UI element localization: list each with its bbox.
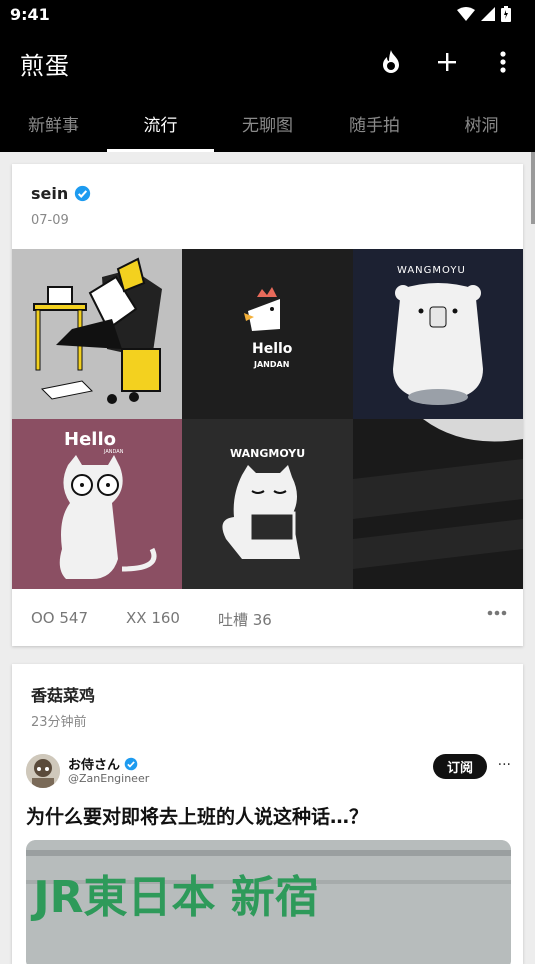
svg-text:Hello: Hello: [252, 341, 293, 357]
svg-text:Hello: Hello: [64, 429, 116, 450]
tweet-author-label: お侍さん: [68, 758, 121, 773]
tweet-more-icon[interactable]: ···: [498, 757, 511, 773]
status-time: 9:41: [10, 5, 50, 24]
svg-text:JANDAN: JANDAN: [103, 449, 124, 455]
svg-text:WANGMOYU: WANGMOYU: [230, 447, 305, 460]
post-author[interactable]: 香菇菜鸡: [31, 682, 95, 706]
more-vert-icon: [500, 51, 506, 73]
cat-hello-illustration: Hello JANDAN: [12, 419, 182, 589]
tweet-handle: @ZanEngineer: [68, 772, 150, 785]
add-button[interactable]: [429, 44, 465, 80]
author-name: sein: [31, 184, 69, 203]
tweet-text: 为什么要对即将去上班的人说这种话…？: [26, 806, 369, 828]
post-image-6[interactable]: [353, 419, 523, 589]
verified-badge-icon: [124, 757, 138, 770]
tweet-image[interactable]: JR東日本 新宿: [26, 840, 511, 964]
status-icons: [457, 6, 511, 22]
comments-button[interactable]: 吐槽 36: [218, 609, 272, 630]
post-image-2[interactable]: Hello JANDAN: [182, 249, 353, 419]
bear-illustration: WANGMOYU: [353, 249, 523, 419]
oo-vote-button[interactable]: OO 547: [31, 609, 88, 630]
status-bar: 9:41: [0, 0, 535, 30]
app-bar: 煎蛋: [0, 30, 535, 94]
scrollbar-thumb[interactable]: [531, 152, 535, 224]
tab-xinxianshi[interactable]: 新鲜事: [0, 94, 107, 152]
post-image-3[interactable]: WANGMOYU: [353, 249, 523, 419]
tab-liuxing[interactable]: 流行: [107, 94, 214, 152]
post-image-4[interactable]: Hello JANDAN: [12, 419, 182, 589]
post-card[interactable]: sein 07-09 Hello JANDAN WANGMOYU Hello J…: [12, 164, 523, 646]
post-date: 07-09: [31, 213, 69, 228]
post-card[interactable]: 香菇菜鸡 23分钟前 お侍さん @ZanEngineer 订阅 ··· 为什么要…: [12, 664, 523, 964]
post-image-1[interactable]: [12, 249, 182, 419]
signal-icon: [481, 7, 495, 21]
image-grid: Hello JANDAN WANGMOYU Hello JANDAN WANGM…: [12, 249, 523, 589]
jr-sign-text: JR東日本 新宿: [30, 872, 319, 923]
tab-shudong[interactable]: 树洞: [428, 94, 535, 152]
battery-icon: [501, 6, 511, 22]
more-horiz-icon[interactable]: [487, 610, 507, 616]
post-actions: OO 547 XX 160 吐槽 36: [31, 609, 310, 630]
post-date: 23分钟前: [31, 715, 87, 730]
plus-icon: [438, 53, 456, 71]
chicken-logo-illustration: Hello JANDAN: [182, 249, 353, 419]
flame-button[interactable]: [373, 44, 409, 80]
tweet-author-name: お侍さん: [68, 754, 138, 773]
verified-badge-icon: [75, 185, 91, 202]
flame-icon: [383, 50, 399, 73]
post-author[interactable]: sein: [31, 184, 91, 203]
wifi-icon: [457, 7, 475, 21]
app-title: 煎蛋: [20, 52, 70, 80]
overflow-menu-button[interactable]: [485, 44, 521, 80]
svg-text:JANDAN: JANDAN: [253, 360, 289, 369]
cat-tablet-illustration: WANGMOYU: [182, 419, 353, 589]
cat-desk-illustration: [12, 249, 182, 419]
category-tabs: 新鲜事 流行 无聊图 随手拍 树洞: [0, 94, 535, 152]
avatar: [26, 754, 60, 788]
svg-text:WANGMOYU: WANGMOYU: [397, 265, 466, 276]
black-tshirt-photo: [353, 419, 523, 589]
post-image-5[interactable]: WANGMOYU: [182, 419, 353, 589]
tab-suishoupai[interactable]: 随手拍: [321, 94, 428, 152]
tab-wuliaotu[interactable]: 无聊图: [214, 94, 321, 152]
xx-vote-button[interactable]: XX 160: [126, 609, 180, 630]
subscribe-button[interactable]: 订阅: [432, 754, 487, 779]
embedded-tweet[interactable]: お侍さん @ZanEngineer 订阅 ··· 为什么要对即将去上班的人说这种…: [26, 754, 511, 964]
